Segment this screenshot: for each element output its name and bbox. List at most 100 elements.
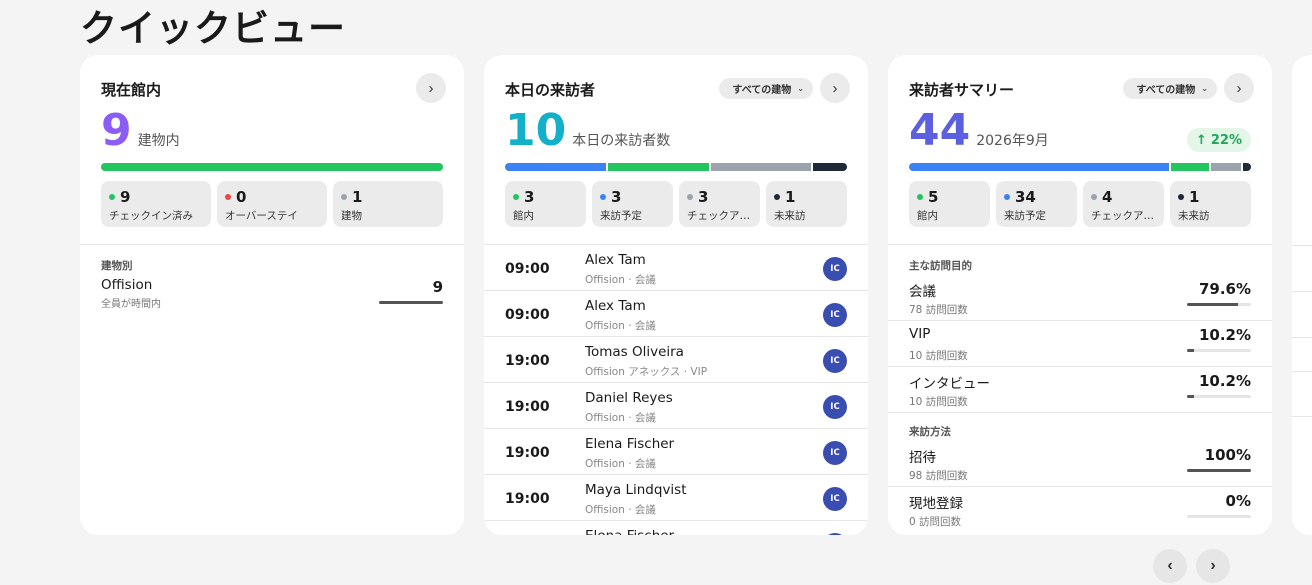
carousel-prev-button[interactable]: ‹: [1153, 549, 1187, 583]
stat-tile[interactable]: 3 館内: [505, 181, 586, 227]
status-dot-icon: [917, 193, 923, 200]
visitor-row[interactable]: 09:00 Alex Tam Offision · 会議 IC: [484, 291, 868, 337]
visitor-details: Offision · 会議: [585, 458, 656, 470]
building-count: 9: [432, 278, 443, 296]
card-header: 本日の来訪者 すべての建物 ⌄ › 10 本日の来訪者数 3 館内 3 来訪予定 3 チェ…: [484, 55, 868, 245]
trend-badge: ↑ 22%: [1186, 128, 1251, 152]
card-title: 来訪者サマリー: [909, 81, 1015, 99]
stat-value: 3: [698, 187, 709, 206]
visitor-name: Daniel Reyes: [585, 390, 673, 406]
stat-value-row: 3: [687, 186, 752, 207]
status-bar: [101, 163, 443, 171]
stat-tile[interactable]: 0 オーバーステイ: [217, 181, 327, 227]
carousel-next-button[interactable]: ›: [1196, 549, 1230, 583]
stat-label: オーバーステイ: [225, 210, 298, 222]
method-row[interactable]: 招待 98 訪問回数 100%: [888, 441, 1272, 487]
status-dot-icon: [1091, 193, 1097, 200]
method-list: 招待 98 訪問回数 100% 現地登録 0 訪問回数 0%: [888, 441, 1272, 533]
purpose-row-name: インタビュー: [909, 376, 990, 392]
status-bar-segment: [1170, 163, 1209, 171]
big-label: 2026年9月: [976, 133, 1049, 149]
purpose-row-count: 78 訪問回数: [909, 304, 968, 316]
chevron-down-icon: ⌄: [1201, 84, 1208, 93]
visitor-details: Offision · 会議: [585, 320, 656, 332]
visitor-time: 19:00: [505, 491, 550, 507]
visitor-details: Offision アネックス · VIP: [585, 366, 708, 378]
status-dot-icon: [109, 193, 115, 200]
method-row-count: 0 訪問回数: [909, 516, 962, 528]
purpose-row[interactable]: VIP 10 訪問回数 10.2%: [888, 321, 1272, 367]
visitor-name: Maya Lindqvist: [585, 482, 687, 498]
visitor-row[interactable]: 19:00 Daniel Reyes Offision · 会議 IC: [484, 383, 868, 429]
stat-value-row: 1: [1178, 186, 1243, 207]
visitor-row[interactable]: 19:00 Maya Lindqvist Offision · 会議 IC: [484, 475, 868, 521]
stat-label: 未来訪: [774, 210, 806, 222]
building-name: Offision: [101, 277, 153, 293]
stat-tile[interactable]: 1 建物: [333, 181, 443, 227]
stat-tiles: 9 チェックイン済み 0 オーバーステイ 1 建物: [101, 181, 443, 227]
stat-label: 来訪予定: [600, 210, 642, 222]
host-avatar[interactable]: IC: [823, 395, 847, 419]
purpose-row[interactable]: インタビュー 10 訪問回数 10.2%: [888, 367, 1272, 413]
visitor-name: Alex Tam: [585, 252, 646, 268]
status-dot-icon: [225, 193, 231, 200]
stat-value: 1: [785, 187, 796, 206]
visitor-row[interactable]: 09:00 Alex Tam Offision · 会議 IC: [484, 245, 868, 291]
visitor-row[interactable]: 19:00 Tomas Oliveira Offision アネックス · VIP I…: [484, 337, 868, 383]
stat-value: 0: [236, 187, 247, 206]
host-avatar[interactable]: IC: [823, 303, 847, 327]
stat-value-row: 0: [225, 186, 319, 207]
method-row-progress: [1187, 515, 1251, 518]
stat-tile[interactable]: 4 チェックアウト済み: [1083, 181, 1164, 227]
purpose-row-count: 10 訪問回数: [909, 396, 968, 408]
open-details-button[interactable]: ›: [416, 73, 446, 103]
visitor-row[interactable]: 19:00Elena FischerOffision · 会議IC: [484, 521, 868, 535]
stat-tile[interactable]: 1 未来訪: [1170, 181, 1251, 227]
visitor-time: 19:00: [505, 399, 550, 415]
stat-value: 34: [1015, 187, 1036, 206]
stat-tile[interactable]: 1 未来訪: [766, 181, 847, 227]
big-metric: 10 本日の来訪者数: [505, 109, 670, 153]
purpose-row-progress: [1187, 395, 1251, 398]
stat-value: 5: [928, 187, 939, 206]
status-bar-segment: [101, 163, 443, 171]
stat-tiles: 3 館内 3 来訪予定 3 チェックアウト済み 1 未来訪: [505, 181, 847, 227]
host-avatar[interactable]: IC: [823, 349, 847, 373]
big-number: 44: [909, 105, 971, 156]
stat-value-row: 1: [341, 186, 435, 207]
stat-label: 未来訪: [1178, 210, 1210, 222]
stat-tile[interactable]: 5 館内: [909, 181, 990, 227]
visitor-list: 09:00 Alex Tam Offision · 会議 IC 09:00 Alex Ta…: [484, 245, 868, 535]
visitor-time: 19:00: [505, 445, 550, 461]
stat-tile[interactable]: 3 来訪予定: [592, 181, 673, 227]
stat-value-row: 4: [1091, 186, 1156, 207]
visitor-time: 09:00: [505, 307, 550, 323]
card-title: 現在館内: [101, 81, 162, 99]
open-details-button[interactable]: ›: [820, 73, 850, 103]
method-row-name: 現地登録: [909, 496, 963, 512]
stat-tiles: 5 館内 34 来訪予定 4 チェックアウト済み 1 未来訪: [909, 181, 1251, 227]
building-filter-dropdown[interactable]: すべての建物 ⌄: [1123, 78, 1217, 99]
host-avatar[interactable]: IC: [823, 257, 847, 281]
stat-tile[interactable]: 34 来訪予定: [996, 181, 1077, 227]
purpose-row-percent: 10.2%: [1198, 372, 1251, 390]
visitor-row[interactable]: 19:00Elena FischerOffision · 会議IC: [484, 429, 868, 475]
stat-tile[interactable]: 9 チェックイン済み: [101, 181, 211, 227]
purpose-row[interactable]: 会議 78 訪問回数 79.6%: [888, 275, 1272, 321]
open-details-button[interactable]: ›: [1224, 73, 1254, 103]
host-avatar[interactable]: IC: [823, 441, 847, 465]
building-row[interactable]: Offision 全員が時間内 9: [80, 275, 464, 321]
host-avatar[interactable]: IC: [823, 533, 847, 535]
visitor-name: Alex Tam: [585, 298, 646, 314]
building-filter-dropdown[interactable]: すべての建物 ⌄: [719, 78, 813, 99]
stat-label: 館内: [513, 210, 534, 222]
next-card-edge: [1292, 55, 1312, 535]
host-avatar[interactable]: IC: [823, 487, 847, 511]
stat-tile[interactable]: 3 チェックアウト済み: [679, 181, 760, 227]
building-progress-fill: [379, 301, 443, 304]
stat-value: 3: [524, 187, 535, 206]
visitor-name: Elena Fischer: [585, 528, 674, 535]
method-row[interactable]: 現地登録 0 訪問回数 0%: [888, 487, 1272, 533]
purpose-row-progress-fill: [1187, 303, 1238, 306]
status-bar-segment: [1243, 163, 1252, 171]
